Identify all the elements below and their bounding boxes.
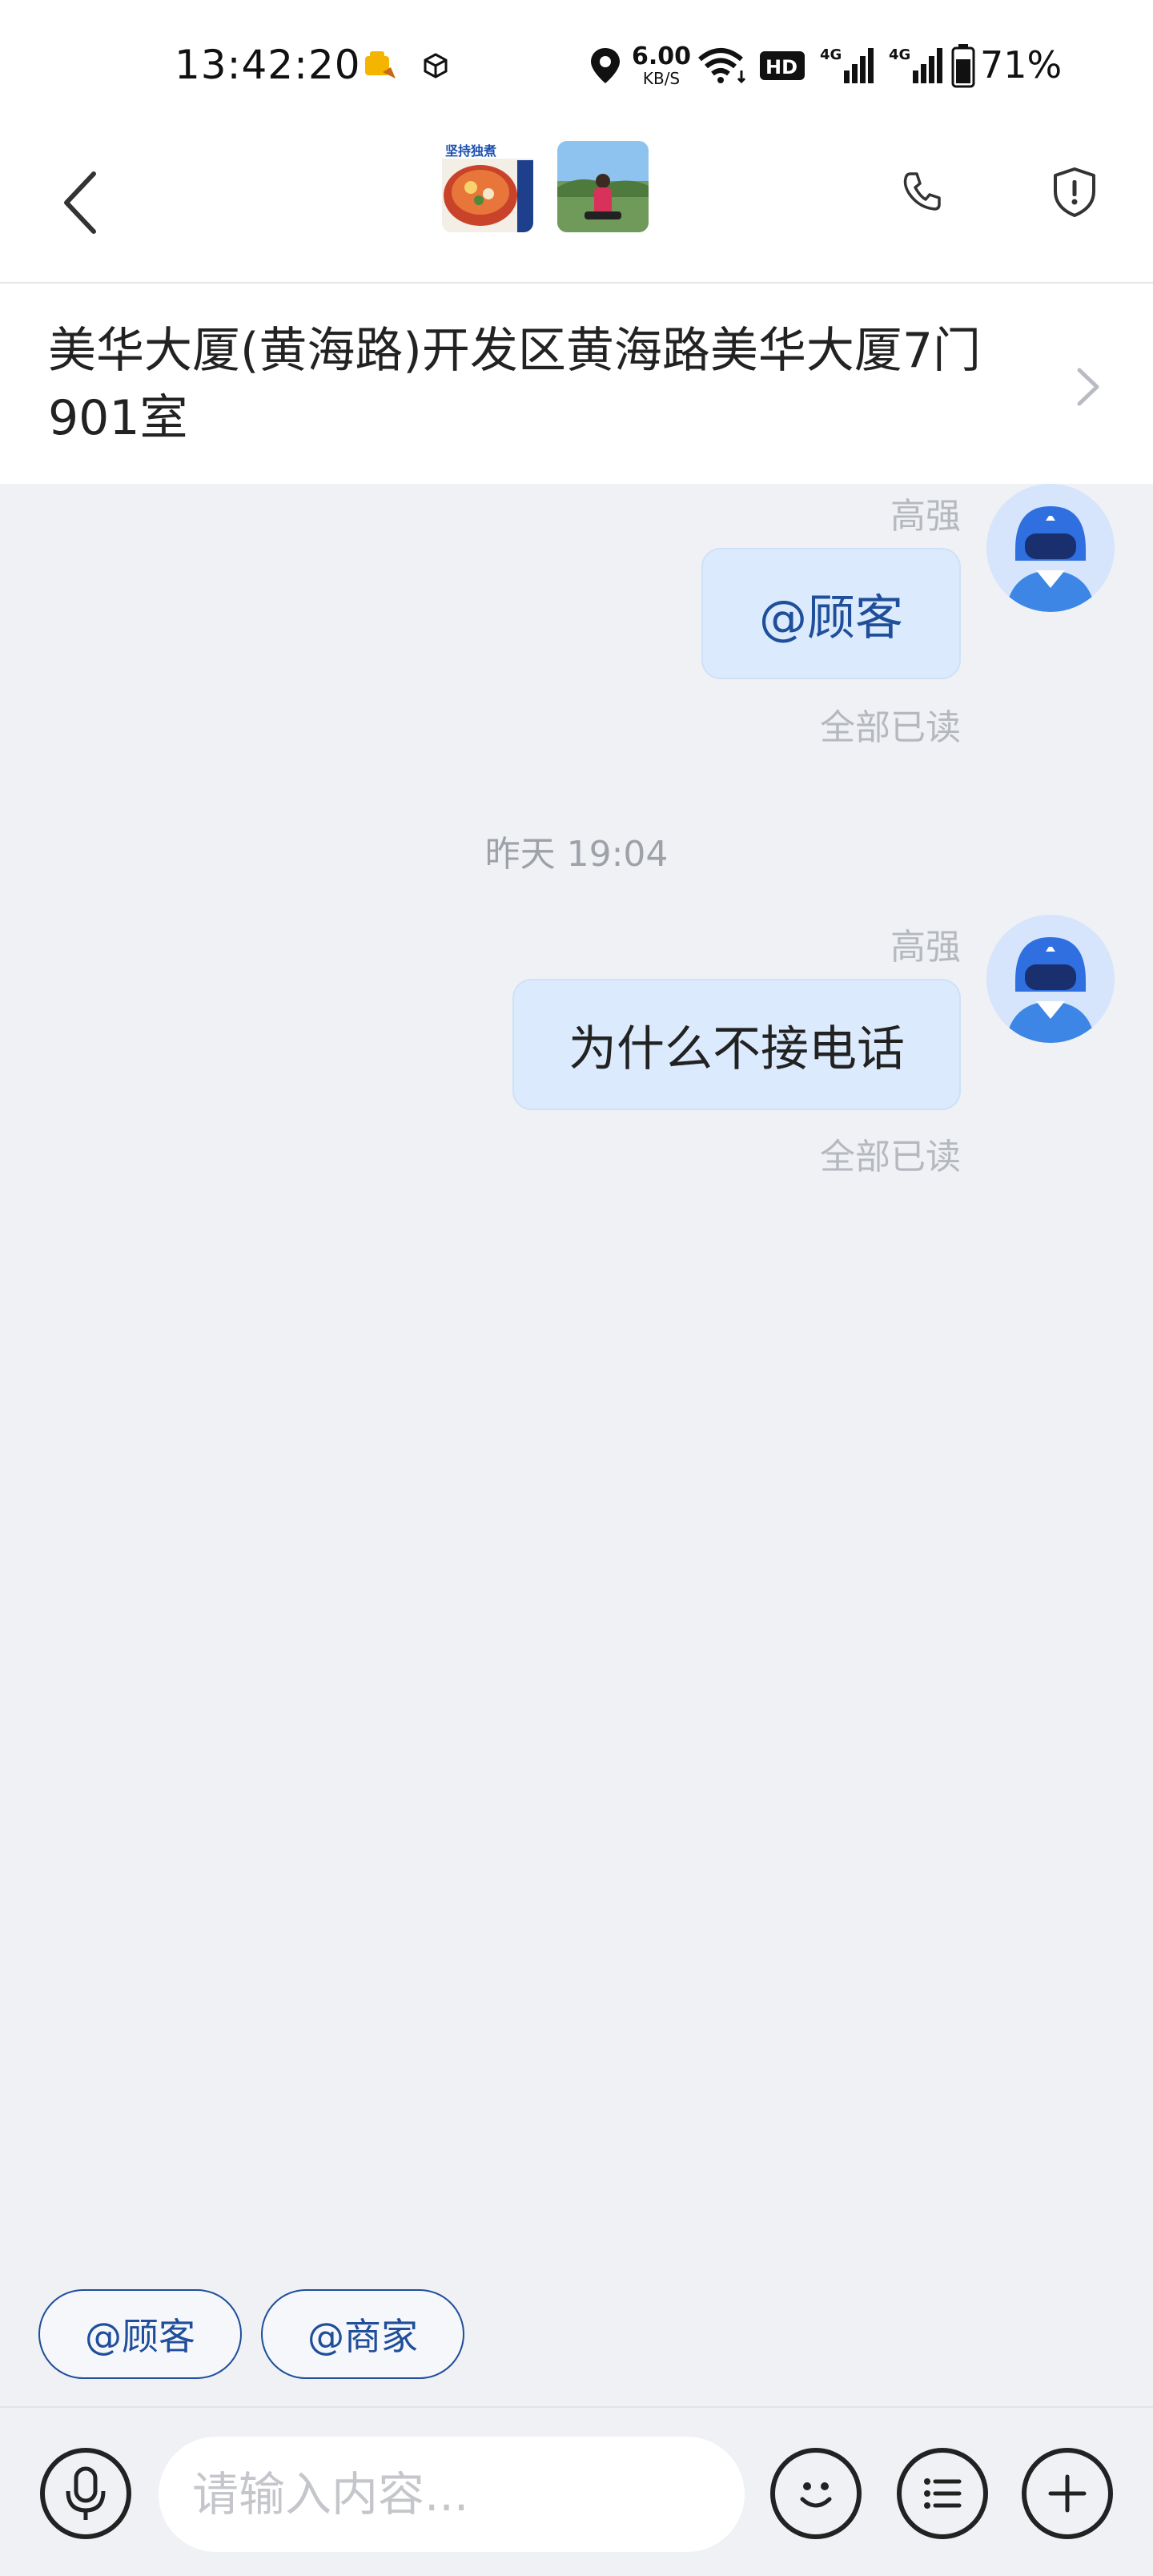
hd-icon: HD <box>760 51 805 80</box>
smiley-icon <box>800 2482 832 2508</box>
delivery-address: 美华大厦(黄海路)开发区黄海路美华大厦7门901室 <box>48 323 981 446</box>
battery-icon <box>951 44 975 88</box>
food-avatar-label: 坚持独煮 <box>445 143 496 159</box>
courier-helmet-avatar <box>986 915 1115 1043</box>
message-input[interactable] <box>159 2437 745 2552</box>
signal-icon: 4G <box>820 46 874 83</box>
phone-icon <box>903 172 941 211</box>
network-speed-unit: KB/S <box>642 69 681 88</box>
cube-icon <box>424 53 448 78</box>
location-icon <box>591 48 620 83</box>
courier-avatar[interactable] <box>557 141 649 232</box>
status-time: 13:42:20 <box>175 42 361 88</box>
sender-name: 高强 <box>890 927 961 968</box>
delivery-address-bar[interactable]: 美华大厦(黄海路)开发区黄海路美华大厦7门901室 <box>0 284 1153 484</box>
courier-avatar[interactable] <box>986 915 1115 1043</box>
hd-label: HD <box>765 56 797 78</box>
network-speed: 6.00 KB/S <box>629 45 693 87</box>
mention-merchant-chip[interactable]: @商家 <box>261 2289 464 2379</box>
call-button[interactable] <box>894 163 950 219</box>
back-button[interactable] <box>48 159 112 247</box>
list-icon <box>924 2478 962 2509</box>
food-image: 坚持独煮 <box>442 141 533 232</box>
merchant-avatar[interactable]: 坚持独煮 <box>442 141 533 232</box>
mention-customer-chip[interactable]: @顾客 <box>38 2289 242 2379</box>
courier-photo <box>557 141 649 232</box>
emoji-button[interactable] <box>770 2448 862 2539</box>
read-status: 全部已读 <box>820 707 961 748</box>
read-status: 全部已读 <box>820 1137 961 1177</box>
wifi-icon <box>698 48 746 84</box>
app-notification-icon <box>365 51 396 78</box>
status-bar: 13:42:20 6.00 KB/S HD 4G 4G 71% <box>0 0 1153 135</box>
voice-button[interactable] <box>40 2448 131 2539</box>
courier-avatar[interactable] <box>986 484 1115 612</box>
chevron-left-icon <box>64 171 96 234</box>
battery-percentage: 71% <box>980 43 1063 87</box>
signal-2-label: 4G <box>889 46 910 63</box>
signal-icon-2: 4G <box>889 46 942 83</box>
message-input-bar <box>0 2406 1153 2576</box>
time-divider: 昨天 19:04 <box>484 834 669 875</box>
sender-name: 高强 <box>890 496 961 537</box>
chat-header: 坚持独煮 <box>0 135 1153 284</box>
plus-icon <box>1048 2474 1087 2513</box>
message-bubble[interactable]: @顾客 <box>701 548 961 679</box>
signal-1-label: 4G <box>820 46 842 63</box>
courier-helmet-avatar <box>986 484 1115 612</box>
microphone-icon <box>66 2466 106 2520</box>
message-bubble[interactable]: 为什么不接电话 <box>512 979 961 1110</box>
menu-button[interactable] <box>897 2448 988 2539</box>
network-speed-value: 6.00 <box>631 42 692 70</box>
report-button[interactable] <box>1044 162 1105 223</box>
shield-alert-icon <box>1054 167 1095 217</box>
chevron-right-icon <box>1077 368 1099 406</box>
add-button[interactable] <box>1022 2448 1113 2539</box>
